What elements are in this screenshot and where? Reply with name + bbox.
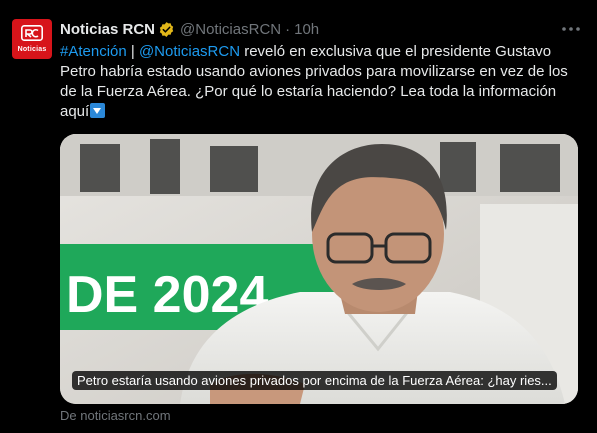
mention-link[interactable]: @NoticiasRCN <box>139 43 240 60</box>
avatar[interactable]: Noticias <box>12 19 52 59</box>
rcn-logo-icon <box>21 25 43 41</box>
more-options-icon[interactable] <box>562 21 580 37</box>
handle[interactable]: @NoticiasRCN <box>180 21 281 38</box>
tweet[interactable]: Noticias Noticias RCN @NoticiasRCN · 10h… <box>0 0 597 433</box>
tweet-header: Noticias RCN @NoticiasRCN · 10h <box>60 19 319 39</box>
verified-badge-icon[interactable] <box>158 21 175 38</box>
divider-text: | <box>126 43 139 60</box>
timestamp[interactable]: 10h <box>294 21 319 38</box>
separator-dot: · <box>285 20 291 38</box>
tweet-text: #Atención | @NoticiasRCN reveló en exclu… <box>60 42 580 122</box>
display-name[interactable]: Noticias RCN <box>60 21 155 38</box>
down-arrow-emoji-icon <box>90 103 106 118</box>
card-caption[interactable]: Petro estaría usando aviones privados po… <box>72 371 557 390</box>
hashtag-link[interactable]: #Atención <box>60 43 127 60</box>
card-image: DE 2024 <box>60 134 578 404</box>
card-source[interactable]: De noticiasrcn.com <box>60 408 171 423</box>
link-card[interactable]: DE 2024 Petro estaría usando aviones pri… <box>60 134 578 404</box>
avatar-label: Noticias <box>17 46 47 53</box>
